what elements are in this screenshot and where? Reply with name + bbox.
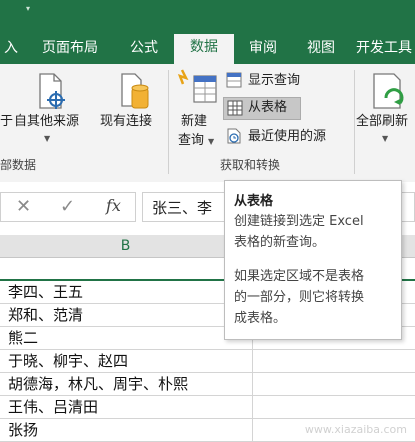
cancel-icon[interactable]: ✕ — [16, 196, 31, 217]
tab-insert[interactable]: 入 — [0, 36, 22, 64]
cell-empty[interactable] — [252, 373, 415, 396]
table-row[interactable]: 熊二 — [0, 327, 252, 350]
other-sources-dropdown-icon[interactable]: ▼ — [44, 134, 50, 143]
refresh-all-button[interactable]: 全部刷新 — [356, 114, 408, 130]
site-watermark: www.xiazaiba.com — [304, 423, 407, 436]
from-table-label: 从表格 — [248, 100, 288, 115]
tooltip-title: 从表格 — [234, 194, 274, 209]
from-text-cut-label[interactable]: 于 — [0, 114, 13, 130]
table-row[interactable]: 张扬 — [0, 419, 252, 442]
refresh-all-dropdown-icon[interactable]: ▼ — [382, 134, 388, 143]
recent-sources-button[interactable]: 最近使用的源 — [248, 129, 326, 145]
tooltip-line: 的一部分，则它将转换 — [234, 290, 365, 305]
group-label-external-data: 部数据 — [0, 158, 37, 172]
show-queries-button[interactable]: 显示查询 — [248, 73, 300, 89]
other-sources-icon — [34, 72, 70, 112]
refresh-all-icon — [370, 72, 410, 112]
from-table-icon — [227, 100, 243, 116]
show-queries-icon — [226, 72, 242, 88]
table-row[interactable]: 王伟、吕清田 — [0, 396, 252, 419]
new-query-label-1[interactable]: 新建 — [181, 114, 207, 130]
enter-check-icon[interactable]: ✓ — [60, 196, 75, 217]
new-query-dropdown-icon[interactable]: ▼ — [208, 137, 214, 146]
new-query-icon — [176, 68, 220, 108]
from-other-sources-button[interactable]: 自其他来源 — [14, 114, 79, 130]
ribbon: 于 自其他来源 ▼ 现有连接 部数据 新建 查询 ▼ 显示查询 从表格 最近使用… — [0, 64, 415, 183]
tab-formulas[interactable]: 公式 — [118, 36, 170, 64]
table-row[interactable]: 胡德海，林凡、周宇、朴熙 — [0, 373, 252, 396]
from-table-tooltip: 从表格 创建链接到选定 Excel 表格的新查询。 如果选定区域不是表格 的一部… — [224, 180, 402, 340]
quick-access-caret-icon[interactable]: ▾ — [26, 5, 34, 13]
tab-review[interactable]: 审阅 — [238, 36, 288, 64]
insert-function-button[interactable]: fx — [106, 196, 121, 215]
ribbon-separator-2 — [354, 70, 355, 174]
table-row[interactable]: 郑和、范清 — [0, 304, 252, 327]
ribbon-separator — [168, 70, 169, 174]
tooltip-line: 创建链接到选定 Excel — [234, 214, 364, 229]
column-header-b[interactable]: B — [0, 235, 252, 257]
tooltip-line: 如果选定区域不是表格 — [234, 269, 365, 284]
tab-page-layout[interactable]: 页面布局 — [30, 36, 110, 64]
formula-value: 张三、李 — [152, 199, 213, 217]
recent-sources-icon — [226, 128, 242, 144]
tab-data[interactable]: 数据 — [174, 34, 234, 64]
group-label-get-transform: 获取和转换 — [220, 158, 281, 172]
existing-connections-icon — [118, 72, 154, 112]
tab-developer[interactable]: 开发工具 — [356, 36, 415, 64]
new-query-label-2[interactable]: 查询 — [178, 133, 204, 149]
from-table-button[interactable]: 从表格 — [223, 97, 301, 120]
existing-connections-button[interactable]: 现有连接 — [100, 114, 152, 130]
table-row[interactable]: 李四、王五 — [0, 281, 252, 304]
cell-empty[interactable] — [252, 396, 415, 419]
table-row[interactable]: 于晓、柳宇、赵四 — [0, 350, 252, 373]
tooltip-line: 成表格。 — [234, 311, 287, 326]
tab-view[interactable]: 视图 — [296, 36, 346, 64]
tooltip-line: 表格的新查询。 — [234, 235, 326, 250]
cell-empty[interactable] — [252, 350, 415, 373]
